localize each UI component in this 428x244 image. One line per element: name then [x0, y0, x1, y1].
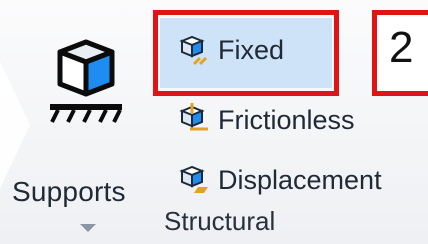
frictionless-support-item[interactable]: Frictionless	[176, 98, 355, 142]
frictionless-support-label: Frictionless	[218, 104, 355, 135]
annotation-badge-text: 2	[389, 23, 414, 72]
fixed-support-icon	[179, 35, 208, 66]
displacement-support-label: Displacement	[218, 164, 382, 195]
supports-dropdown-caret[interactable]	[80, 224, 96, 232]
annotation-badge: 2	[372, 10, 428, 96]
displacement-support-item[interactable]: Displacement	[176, 158, 382, 202]
supports-label: Supports	[12, 176, 126, 207]
supports-icon	[50, 39, 122, 123]
frictionless-support-icon	[179, 103, 208, 131]
supports-button[interactable]: Supports	[12, 36, 152, 232]
ribbon-group-label: Structural	[164, 206, 276, 236]
displacement-support-icon	[179, 165, 208, 193]
fixed-support-item[interactable]: Fixed	[176, 28, 284, 72]
fixed-support-label: Fixed	[218, 34, 285, 65]
